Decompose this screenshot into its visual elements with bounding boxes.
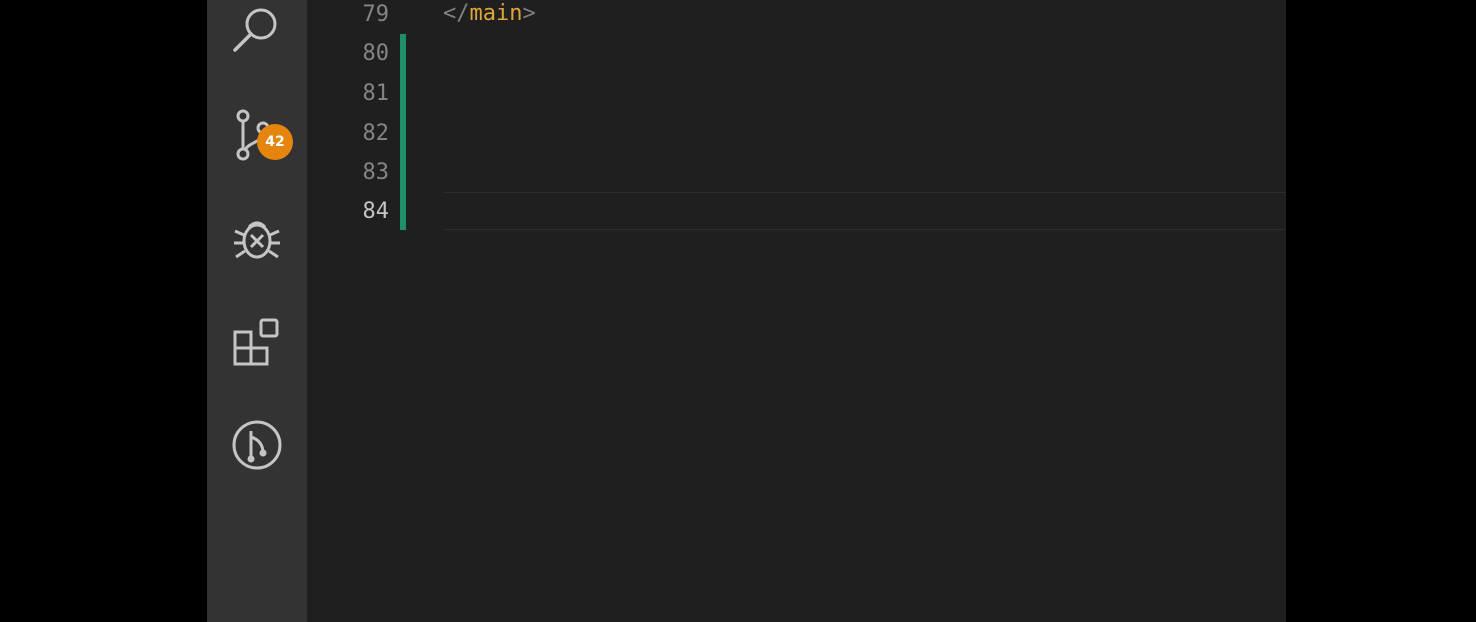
added-line-gutter-marker [400, 34, 406, 74]
activity-bar: 42 [207, 0, 307, 622]
added-line-gutter-marker [400, 114, 406, 154]
activity-run-and-debug[interactable] [207, 199, 307, 279]
editor-line-79[interactable]: 79 </main> [307, 0, 1286, 35]
added-line-gutter-marker [400, 192, 406, 230]
source-control-badge: 42 [257, 124, 293, 160]
editor-line-82[interactable]: 82 [307, 114, 1286, 154]
added-line-gutter-marker [400, 74, 406, 114]
line-number: 79 [362, 2, 390, 27]
code-tag-name: main [469, 1, 523, 26]
debug-icon [234, 221, 280, 259]
line-number-active: 84 [362, 199, 390, 224]
screen-border-right [1286, 0, 1476, 622]
git-graph-icon [232, 420, 282, 470]
added-line-gutter-marker [400, 153, 406, 193]
current-line-highlight [443, 192, 1286, 230]
editor-line-80[interactable]: 80 [307, 34, 1286, 74]
search-icon [233, 8, 277, 52]
activity-search[interactable] [207, 0, 307, 72]
code-editor[interactable]: 79 </main> 80 81 82 83 84 [307, 0, 1286, 622]
code-punctuation: </ [443, 1, 470, 26]
line-number: 82 [362, 121, 390, 146]
activity-git-graph[interactable] [207, 405, 307, 485]
line-number: 81 [362, 81, 390, 106]
line-number: 80 [362, 41, 390, 66]
code-punctuation: > [522, 1, 536, 26]
editor-line-84[interactable]: 84 [307, 192, 1286, 232]
line-number: 83 [362, 160, 390, 185]
screenshot-frame: 42 79 </main> 80 81 82 83 84 [0, 0, 1476, 622]
code-text: </main> [443, 0, 536, 29]
editor-line-83[interactable]: 83 [307, 153, 1286, 193]
activity-extensions[interactable] [207, 302, 307, 382]
editor-line-81[interactable]: 81 [307, 74, 1286, 114]
extensions-icon [233, 318, 279, 366]
activity-source-control[interactable]: 42 [207, 96, 307, 176]
